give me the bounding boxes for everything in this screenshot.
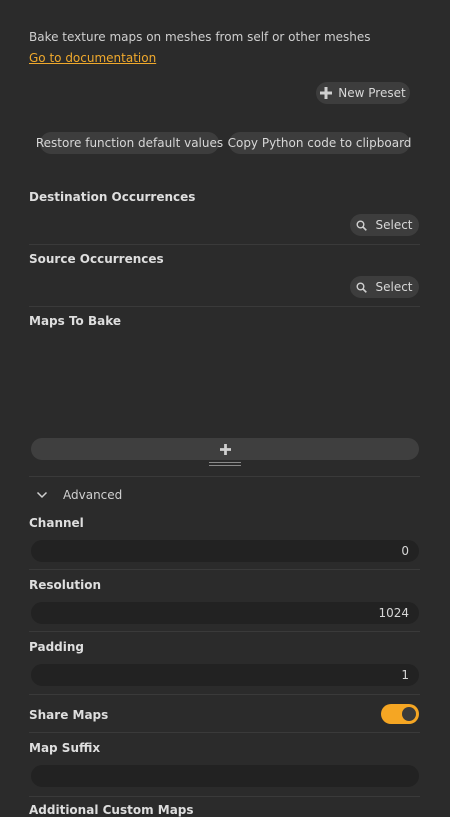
copy-python-button[interactable]: Copy Python code to clipboard [227, 132, 412, 154]
map-suffix-field[interactable] [31, 765, 419, 787]
source-select-label: Select [375, 280, 413, 294]
divider [29, 694, 420, 695]
divider [29, 796, 420, 797]
plus-icon [219, 443, 231, 455]
channel-field[interactable]: 0 [31, 540, 419, 562]
source-occurrences-label: Source Occurrences [29, 252, 164, 266]
share-maps-label: Share Maps [29, 708, 109, 722]
advanced-section-toggle[interactable]: Advanced [36, 488, 122, 502]
divider [29, 631, 420, 632]
chevron-down-icon [36, 491, 48, 499]
search-icon [356, 220, 368, 231]
documentation-link[interactable]: Go to documentation [29, 51, 156, 65]
divider [29, 306, 420, 307]
destination-select-button[interactable]: Select [350, 214, 419, 236]
channel-label: Channel [29, 516, 84, 530]
source-select-button[interactable]: Select [350, 276, 419, 298]
new-preset-button[interactable]: New Preset [316, 82, 410, 104]
destination-occurrences-label: Destination Occurrences [29, 190, 196, 204]
padding-field[interactable]: 1 [31, 664, 419, 686]
padding-label: Padding [29, 640, 84, 654]
share-maps-toggle[interactable] [381, 704, 419, 724]
divider [29, 244, 420, 245]
maps-to-bake-label: Maps To Bake [29, 314, 122, 328]
tool-description: Bake texture maps on meshes from self or… [29, 30, 371, 44]
plus-icon [320, 87, 333, 99]
resolution-label: Resolution [29, 578, 102, 592]
resolution-value: 1024 [378, 606, 409, 620]
restore-defaults-button[interactable]: Restore function default values [36, 132, 223, 154]
add-map-button[interactable] [31, 438, 419, 460]
divider [29, 476, 420, 477]
restore-defaults-label: Restore function default values [35, 136, 224, 150]
map-suffix-label: Map Suffix [29, 741, 101, 755]
padding-value: 1 [401, 668, 409, 682]
resize-handle-icon[interactable] [207, 461, 243, 467]
copy-python-label: Copy Python code to clipboard [227, 136, 412, 150]
new-preset-label: New Preset [338, 86, 406, 100]
resolution-field[interactable]: 1024 [31, 602, 419, 624]
channel-value: 0 [401, 544, 409, 558]
advanced-label: Advanced [63, 488, 123, 502]
divider [29, 732, 420, 733]
search-icon [356, 282, 368, 293]
destination-select-label: Select [375, 218, 413, 232]
divider [29, 569, 420, 570]
additional-custom-maps-label: Additional Custom Maps [29, 803, 194, 817]
toggle-knob [402, 707, 416, 721]
